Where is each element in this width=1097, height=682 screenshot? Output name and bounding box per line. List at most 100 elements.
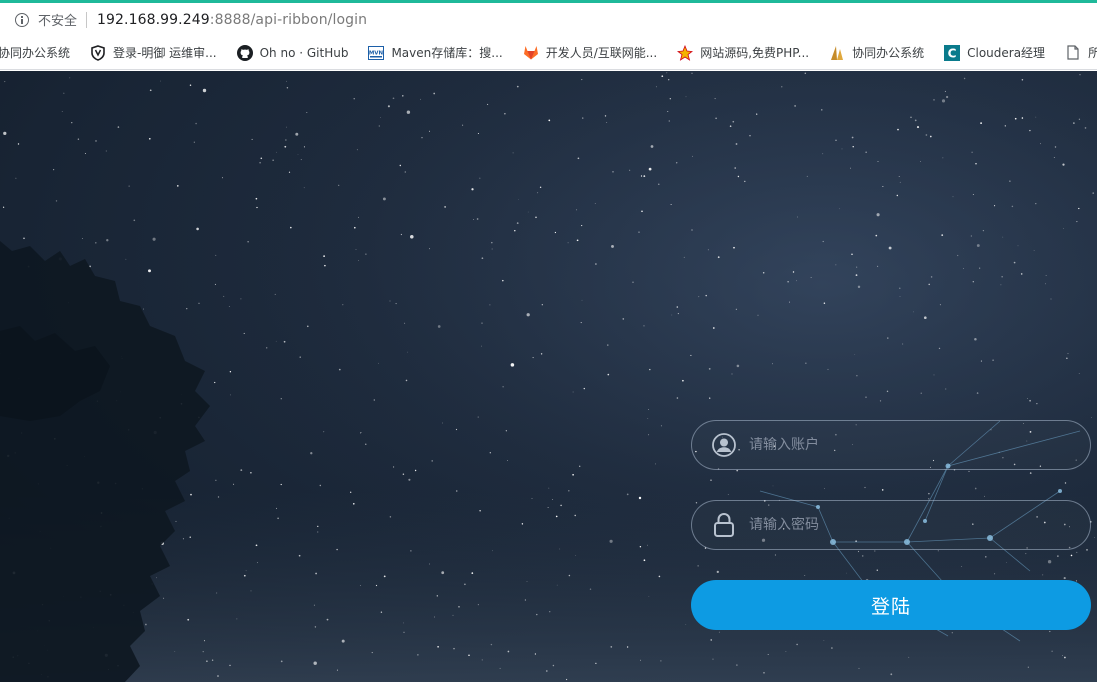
bookmark-label: Oh no · GitHub [259,45,349,60]
star [378,125,380,127]
bookmark-oa[interactable]: 协同办公系统 [0,36,70,69]
star [670,204,672,205]
star [288,171,291,173]
star [595,662,597,665]
star [648,167,652,171]
star [581,225,583,227]
star [481,322,483,324]
star [855,274,858,276]
star [641,210,643,213]
user-icon [711,432,737,458]
bookmark-maven[interactable]: MVN Maven存储库：搜... [368,36,503,69]
star [589,588,592,590]
star [712,658,714,660]
star [299,356,301,358]
star [823,302,826,305]
bookmark-label: 协同办公系统 [852,46,925,60]
star [407,351,408,353]
star [691,229,693,231]
star [643,325,645,327]
github-icon [236,44,253,61]
bookmark-github[interactable]: Oh no · GitHub [236,36,349,69]
star [280,483,282,486]
star [890,673,893,676]
password-field[interactable] [691,500,1091,550]
star [148,269,151,273]
star [920,392,922,394]
star [365,253,367,255]
star [1054,146,1057,148]
star [462,124,464,126]
star [899,296,901,297]
bookmark-label: 登录-明御 运维审... [113,46,217,60]
star [306,111,308,114]
star [117,126,120,128]
star [821,109,823,111]
star [481,257,484,260]
star [930,276,933,278]
star [324,264,326,267]
login-button[interactable]: 登陆 [691,580,1091,630]
star [383,575,386,578]
star [1027,666,1029,668]
address-bar[interactable]: 不安全 192.168.99.249:8888/api-ribbon/login [0,3,1097,36]
star [189,536,191,538]
star [526,581,528,582]
username-input[interactable] [749,437,1049,453]
star [714,98,716,100]
star [61,111,63,112]
star [441,571,445,575]
url-text[interactable]: 192.168.99.249:8888/api-ribbon/login [97,12,367,28]
bookmark-gitlab[interactable]: 开发人员/互联网能... [523,36,657,69]
bookmark-oa-2[interactable]: 协同办公系统 [829,36,924,69]
star [358,216,359,218]
star [992,359,994,362]
bookmark-cloudera[interactable]: C Cloudera经理 [944,36,1045,69]
star [275,340,277,342]
star [195,122,197,125]
star [942,157,944,159]
password-input[interactable] [749,517,1049,533]
star [580,322,582,324]
star [841,148,843,150]
bookmark-all[interactable]: 所有 [1065,36,1097,69]
star [313,604,315,606]
star [420,98,421,100]
bookmark-mingyu[interactable]: 登录-明御 运维审... [90,36,217,69]
info-icon[interactable] [15,12,29,27]
star [858,667,860,669]
star [541,304,543,306]
star [1062,163,1065,166]
star [206,660,208,663]
star [534,653,537,655]
star [970,235,972,237]
star [974,338,977,341]
star [314,626,317,628]
star [1049,630,1051,633]
star [163,597,165,599]
star [389,516,392,518]
star [1004,125,1006,127]
svg-text:MVN: MVN [369,50,384,56]
username-field[interactable] [691,420,1091,470]
star [882,186,884,187]
star [548,119,551,122]
star [1094,537,1096,538]
star [643,175,646,177]
star [436,595,438,597]
star [658,575,661,578]
star [303,146,305,148]
bookmark-php[interactable]: 网站源码,免费PHP... [677,36,809,69]
star [402,622,404,624]
star [804,72,807,75]
star [3,131,7,136]
star [1062,655,1063,657]
star [502,386,504,388]
star [912,311,914,313]
star [537,192,539,194]
star [887,337,889,339]
cloudera-icon: C [944,44,961,61]
star [822,240,824,243]
star [214,283,216,285]
star [326,618,329,621]
